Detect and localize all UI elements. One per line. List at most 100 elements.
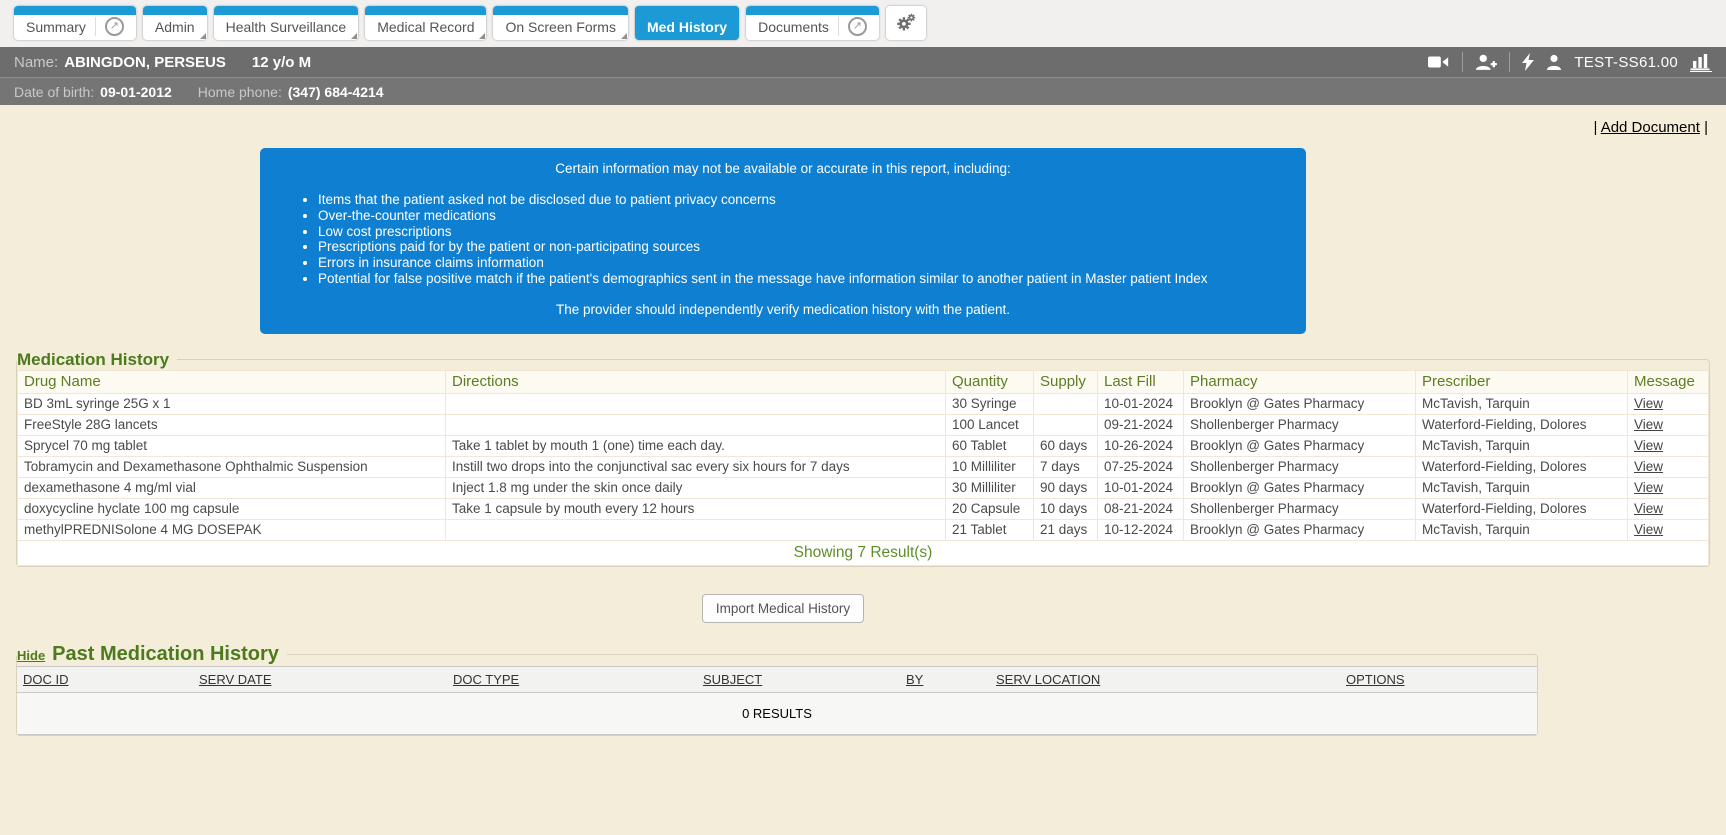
cell-pharmacy: Shollenberger Pharmacy <box>1184 456 1416 477</box>
view-message-link[interactable]: View <box>1634 438 1663 453</box>
cell-drug: FreeStyle 28G lancets <box>18 414 446 435</box>
table-row: Tobramycin and Dexamethasone Ophthalmic … <box>18 456 1709 477</box>
cell-prescriber: Waterford-Fielding, Dolores <box>1416 456 1628 477</box>
medication-history-section: Medication History Drug Name Directions … <box>16 350 1710 567</box>
col-header-quantity: Quantity <box>946 370 1034 393</box>
tab-med-history[interactable]: Med History <box>635 6 739 40</box>
notice-bullet: Over-the-counter medications <box>318 208 1288 224</box>
tab-divider <box>95 17 96 36</box>
tab-documents[interactable]: Documents ↗ <box>746 6 879 40</box>
cell-supply: 90 days <box>1034 477 1098 498</box>
notice-bullet: Prescriptions paid for by the patient or… <box>318 239 1288 255</box>
view-message-link[interactable]: View <box>1634 522 1663 537</box>
dropdown-fold-icon <box>621 33 627 39</box>
cell-last-fill: 10-12-2024 <box>1098 519 1184 540</box>
past-medication-history-title: Past Medication History <box>52 643 279 666</box>
popout-arrow-icon[interactable]: ↗ <box>105 17 124 36</box>
table-row: FreeStyle 28G lancets 100 Lancet 09-21-2… <box>18 414 1709 435</box>
col-header-serv-date[interactable]: SERV DATE <box>199 672 271 687</box>
col-header-by[interactable]: BY <box>906 672 923 687</box>
account-id: TEST-SS61.00 <box>1574 54 1678 71</box>
col-header-subject[interactable]: SUBJECT <box>703 672 762 687</box>
bar-chart-icon[interactable] <box>1690 53 1712 72</box>
home-phone-label: Home phone: <box>198 84 282 100</box>
cell-prescriber: Waterford-Fielding, Dolores <box>1416 498 1628 519</box>
cell-prescriber: McTavish, Tarquin <box>1416 393 1628 414</box>
tab-accent-stripe <box>214 6 359 15</box>
col-header-options[interactable]: OPTIONS <box>1346 672 1405 687</box>
tab-admin-label: Admin <box>155 19 195 35</box>
lightning-icon[interactable] <box>1522 53 1534 71</box>
add-document-link[interactable]: Add Document <box>1601 119 1700 136</box>
col-header-message: Message <box>1628 370 1709 393</box>
table-row: dexamethasone 4 mg/ml vial Inject 1.8 mg… <box>18 477 1709 498</box>
col-header-drug-name: Drug Name <box>18 370 446 393</box>
settings-button[interactable] <box>886 6 926 40</box>
video-camera-icon[interactable] <box>1428 54 1450 70</box>
tab-documents-label: Documents <box>758 19 829 35</box>
view-message-link[interactable]: View <box>1634 417 1663 432</box>
col-header-supply: Supply <box>1034 370 1098 393</box>
past-medication-history-section: Hide Past Medication History DOC ID SERV… <box>16 643 1538 736</box>
cell-last-fill: 10-01-2024 <box>1098 393 1184 414</box>
table-row: Sprycel 70 mg tablet Take 1 tablet by mo… <box>18 435 1709 456</box>
table-header-row: Drug Name Directions Quantity Supply Las… <box>18 370 1709 393</box>
cell-pharmacy: Shollenberger Pharmacy <box>1184 498 1416 519</box>
cell-drug: doxycycline hyclate 100 mg capsule <box>18 498 446 519</box>
notice-title: Certain information may not be available… <box>278 161 1288 176</box>
tab-health-surveillance[interactable]: Health Surveillance <box>214 6 359 40</box>
cell-last-fill: 08-21-2024 <box>1098 498 1184 519</box>
tab-admin[interactable]: Admin <box>143 6 207 40</box>
view-message-link[interactable]: View <box>1634 459 1663 474</box>
results-count: Showing 7 Result(s) <box>18 540 1709 565</box>
table-row: BD 3mL syringe 25G x 1 30 Syringe 10-01-… <box>18 393 1709 414</box>
import-medical-history-button[interactable]: Import Medical History <box>702 594 864 623</box>
add-user-icon[interactable] <box>1475 54 1497 71</box>
tab-health-surveillance-label: Health Surveillance <box>226 19 347 35</box>
cell-supply: 60 days <box>1034 435 1098 456</box>
past-medication-history-table: DOC ID SERV DATE DOC TYPE SUBJECT BY SER… <box>17 666 1537 735</box>
add-document-pipe-right: | <box>1700 119 1708 136</box>
cell-quantity: 21 Tablet <box>946 519 1034 540</box>
col-header-directions: Directions <box>446 370 946 393</box>
tab-medical-record[interactable]: Medical Record <box>365 6 486 40</box>
cell-quantity: 100 Lancet <box>946 414 1034 435</box>
dropdown-fold-icon <box>200 33 206 39</box>
notice-bullet: Potential for false positive match if th… <box>318 271 1288 287</box>
cell-supply: 10 days <box>1034 498 1098 519</box>
table-header-row: DOC ID SERV DATE DOC TYPE SUBJECT BY SER… <box>17 666 1537 692</box>
col-header-serv-location[interactable]: SERV LOCATION <box>996 672 1100 687</box>
medication-history-table: Drug Name Directions Quantity Supply Las… <box>17 370 1709 566</box>
cell-quantity: 60 Tablet <box>946 435 1034 456</box>
popout-arrow-icon[interactable]: ↗ <box>848 17 867 36</box>
cell-prescriber: McTavish, Tarquin <box>1416 435 1628 456</box>
patient-dob: 09-01-2012 <box>100 84 172 100</box>
notice-bullet: Errors in insurance claims information <box>318 255 1288 271</box>
view-message-link[interactable]: View <box>1634 480 1663 495</box>
cell-pharmacy: Brooklyn @ Gates Pharmacy <box>1184 519 1416 540</box>
cell-quantity: 30 Syringe <box>946 393 1034 414</box>
empty-results-text: 0 RESULTS <box>17 692 1537 734</box>
table-row: doxycycline hyclate 100 mg capsule Take … <box>18 498 1709 519</box>
tab-on-screen-forms-label: On Screen Forms <box>505 19 615 35</box>
cell-pharmacy: Brooklyn @ Gates Pharmacy <box>1184 435 1416 456</box>
col-header-doc-type[interactable]: DOC TYPE <box>453 672 519 687</box>
cell-directions: Instill two drops into the conjunctival … <box>446 456 946 477</box>
view-message-link[interactable]: View <box>1634 396 1663 411</box>
tab-summary[interactable]: Summary ↗ <box>14 6 136 40</box>
tab-divider <box>838 17 839 36</box>
gear-icon <box>896 13 916 33</box>
cell-pharmacy: Brooklyn @ Gates Pharmacy <box>1184 393 1416 414</box>
person-icon <box>1546 54 1562 70</box>
hide-link[interactable]: Hide <box>17 648 45 663</box>
cell-prescriber: McTavish, Tarquin <box>1416 519 1628 540</box>
tab-on-screen-forms[interactable]: On Screen Forms <box>493 6 627 40</box>
col-header-doc-id[interactable]: DOC ID <box>23 672 69 687</box>
cell-directions: Take 1 capsule by mouth every 12 hours <box>446 498 946 519</box>
cell-drug: Tobramycin and Dexamethasone Ophthalmic … <box>18 456 446 477</box>
cell-last-fill: 09-21-2024 <box>1098 414 1184 435</box>
cell-directions <box>446 519 946 540</box>
view-message-link[interactable]: View <box>1634 501 1663 516</box>
add-document-pipe-left: | <box>1593 119 1600 136</box>
col-header-pharmacy: Pharmacy <box>1184 370 1416 393</box>
